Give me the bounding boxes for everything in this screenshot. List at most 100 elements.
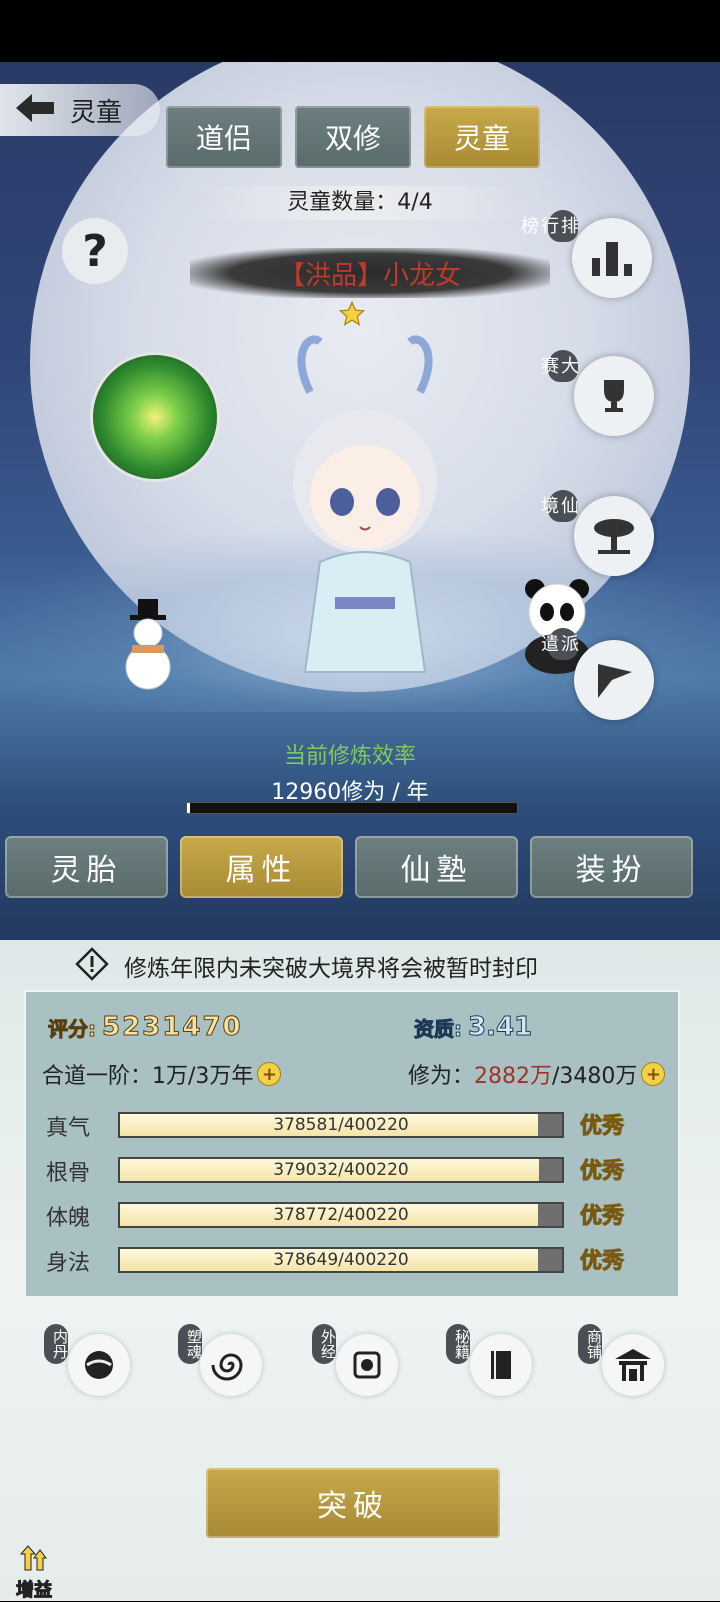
secret-book-label: 秘籍 (446, 1324, 471, 1364)
status-bar (0, 0, 720, 62)
back-button[interactable]: 灵童 (0, 84, 160, 136)
stat-name: 根骨 (46, 1161, 91, 1186)
efficiency-progress-bar (186, 802, 518, 814)
notice: 修炼年限内未突破大境界将会被暂时封印 (74, 946, 538, 986)
soul-shaping-label: 塑魂 (178, 1324, 203, 1364)
efficiency-title: 当前修炼效率 (283, 744, 416, 769)
stat-name: 体魄 (46, 1206, 91, 1231)
stat-row: 真气 378581/400220 优秀 (26, 1106, 666, 1146)
ranking-icon (572, 218, 652, 298)
segment-label: 仙塾 (400, 853, 473, 888)
tab-spirit-embryo[interactable]: 灵胎 (5, 836, 168, 898)
cultivation-current: 2882万 (474, 1064, 553, 1089)
tab-spirit-child[interactable]: 灵童 (424, 106, 540, 168)
cultivation-info: 修为： 2882万 /3480万 + (408, 1058, 666, 1090)
stat-name: 身法 (46, 1251, 91, 1276)
stat-bar: 378581/400220 (118, 1112, 564, 1138)
external-scripture-button[interactable]: 外经 (312, 1324, 402, 1404)
tab-label: 双修 (324, 122, 381, 155)
aptitude-label: 资质: (414, 1016, 463, 1041)
tab-dual-cultivation[interactable]: 双修 (295, 106, 411, 168)
breakthrough-label: 突破 (317, 1489, 389, 1524)
trophy-icon (574, 356, 654, 436)
efficiency-progress-fill (187, 803, 191, 813)
realm-text: 合道一阶：1万/3万年 (42, 1064, 254, 1089)
tab-companion[interactable]: 道侣 (166, 106, 282, 168)
realm-add-icon[interactable]: + (257, 1062, 282, 1086)
inner-elixir-button[interactable]: 内丹 (44, 1324, 134, 1404)
stat-grade: 优秀 (579, 1159, 625, 1185)
dispatch-label: 派遣 (538, 628, 579, 660)
swirl-icon (200, 1334, 262, 1396)
score-value: 5231470 (102, 1012, 243, 1043)
warning-icon (74, 946, 110, 986)
efficiency-block: 当前修炼效率 12960修为 / 年 (180, 738, 520, 806)
stat-row: 身法 378649/400220 优秀 (26, 1241, 666, 1281)
tree-icon (574, 496, 654, 576)
snowman-decoration (112, 597, 192, 692)
cultivation-total: /3480万 (552, 1064, 638, 1089)
inner-elixir-label: 内丹 (44, 1324, 69, 1364)
realm-info: 合道一阶：1万/3万年 + (42, 1058, 282, 1090)
ranking-label: 排行榜 (518, 210, 579, 242)
stat-value: 378581/400220 (273, 1115, 409, 1135)
aptitude: 资质: 3.41 (414, 1012, 533, 1043)
child-count: 灵童数量：4/4 (287, 190, 433, 215)
contest-label: 大赛 (538, 350, 579, 382)
scroll-icon (336, 1334, 398, 1396)
character-name: 小龙女 (383, 260, 462, 291)
stat-value: 379032/400220 (273, 1160, 409, 1180)
boost-label: 增益 (16, 1580, 53, 1602)
stat-row: 体魄 378772/400220 优秀 (26, 1196, 666, 1236)
stat-bar: 378772/400220 (118, 1202, 564, 1228)
stat-grade: 优秀 (579, 1249, 625, 1275)
stat-value: 378772/400220 (273, 1205, 409, 1225)
tab-label: 道侣 (195, 122, 252, 155)
score: 评分: 5231470 (48, 1012, 243, 1043)
soul-shaping-button[interactable]: 塑魂 (178, 1324, 268, 1404)
page-title: 灵童 (70, 97, 123, 128)
aptitude-value: 3.41 (467, 1012, 533, 1043)
star-icon (338, 300, 366, 332)
quality-prefix: 【洪品】 (278, 260, 383, 291)
score-label: 评分: (48, 1016, 97, 1041)
child-count-bar: 灵童数量：4/4 (200, 186, 520, 220)
notice-text: 修炼年限内未突破大境界将会被暂时封印 (124, 956, 538, 982)
tab-label: 灵童 (453, 122, 510, 155)
stat-grade: 优秀 (579, 1204, 625, 1230)
pavilion-icon (602, 1334, 664, 1396)
segment-label: 属性 (225, 853, 298, 888)
skill-orb-icon[interactable] (90, 352, 220, 482)
segment-label: 装扮 (575, 853, 648, 888)
help-button[interactable]: ? (62, 218, 128, 284)
scene-background: 灵童 道侣 双修 灵童 灵童数量：4/4 ? 【洪品】 小龙女 排行榜 大赛 仙… (0, 62, 720, 942)
attribute-panel: 修炼年限内未突破大境界将会被暂时封印 评分: 5231470 资质: 3.41 … (0, 940, 720, 1602)
cultivation-add-icon[interactable]: + (641, 1062, 666, 1086)
back-arrow-icon (12, 90, 60, 130)
stat-bar: 379032/400220 (118, 1157, 564, 1183)
tab-outfit[interactable]: 装扮 (530, 836, 693, 898)
tab-academy[interactable]: 仙塾 (355, 836, 518, 898)
character-illustration[interactable] (250, 332, 480, 692)
fairyland-label: 仙境 (538, 490, 579, 522)
external-scripture-label: 外经 (312, 1324, 337, 1364)
boost-arrows-icon (17, 1544, 51, 1576)
stat-grade: 优秀 (579, 1114, 625, 1140)
stat-row: 根骨 379032/400220 优秀 (26, 1151, 666, 1191)
cultivation-label: 修为： (408, 1064, 475, 1089)
boost-button[interactable]: 增益 (10, 1544, 58, 1602)
stat-name: 真气 (46, 1116, 91, 1141)
inner-elixir-icon (68, 1334, 130, 1396)
tab-attributes[interactable]: 属性 (180, 836, 343, 898)
name-banner: 【洪品】 小龙女 (190, 248, 550, 298)
breakthrough-button[interactable]: 突破 (206, 1468, 500, 1538)
shop-button[interactable]: 商铺 (578, 1324, 668, 1404)
stat-value: 378649/400220 (273, 1250, 409, 1270)
book-icon (470, 1334, 532, 1396)
secret-book-button[interactable]: 秘籍 (446, 1324, 536, 1404)
question-icon: ? (82, 225, 108, 277)
flag-icon (574, 640, 654, 720)
shop-label: 商铺 (578, 1324, 603, 1364)
stats-box: 评分: 5231470 资质: 3.41 合道一阶：1万/3万年 + 修为： 2… (24, 990, 680, 1298)
stat-bar: 378649/400220 (118, 1247, 564, 1273)
